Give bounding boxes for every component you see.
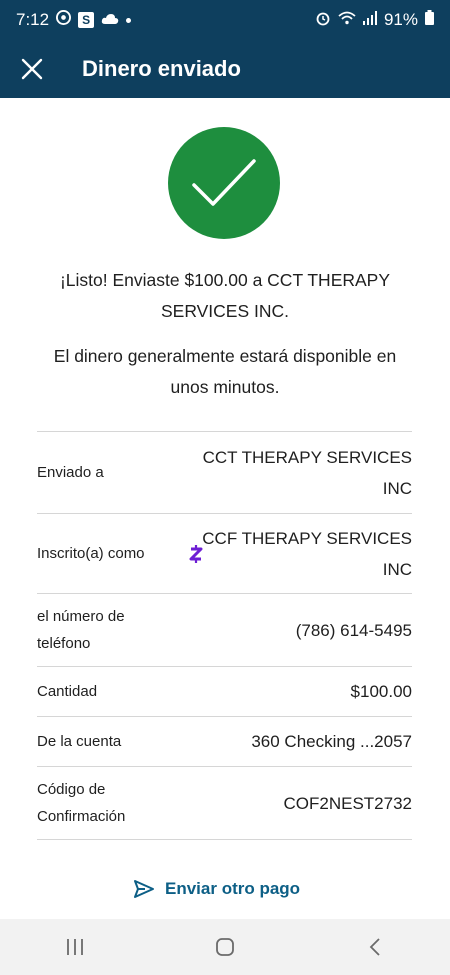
alarm-icon (315, 10, 331, 31)
home-button[interactable] (195, 927, 255, 967)
detail-value: CCF THERAPY SERVICES INC (202, 528, 412, 579)
detail-label: el número de teléfono (37, 608, 125, 652)
detail-label: Cantidad (37, 683, 98, 700)
send-another-payment-button[interactable]: Enviar otro pago (133, 874, 300, 904)
detail-row-confirmation-code: Código de Confirmación COF2NEST2732 (37, 767, 412, 840)
detail-row-phone: el número de teléfono (786) 614-5495 (37, 594, 412, 667)
chrome-icon (56, 10, 72, 30)
send-icon (134, 880, 154, 898)
recent-apps-icon (67, 939, 83, 955)
detail-row-enrolled-as: Inscrito(a) como CCF THERAPY SERVICES IN… (37, 514, 412, 594)
success-badge (168, 127, 280, 239)
close-icon (21, 58, 43, 80)
signal-icon (362, 10, 377, 30)
zelle-icon (188, 542, 204, 566)
status-right: 91% (315, 10, 434, 31)
s-app-icon: S (78, 12, 95, 28)
wifi-icon (338, 10, 356, 30)
detail-row-from-account: De la cuenta 360 Checking ...2057 (37, 717, 412, 767)
back-button[interactable] (345, 927, 405, 967)
availability-message: El dinero generalmente estará disponible… (53, 346, 397, 397)
detail-value: 360 Checking ...2057 (251, 732, 412, 751)
detail-value: CCT THERAPY SERVICES INC (202, 447, 412, 498)
status-left: 7:12 S (16, 10, 132, 30)
system-nav-bar (0, 919, 450, 975)
detail-row-amount: Cantidad $100.00 (37, 667, 412, 717)
detail-row-sent-to: Enviado a CCT THERAPY SERVICES INC (37, 432, 412, 514)
check-icon (192, 159, 256, 206)
status-bar: 7:12 S 91% (0, 0, 450, 40)
app-bar: Dinero enviado (0, 40, 450, 98)
close-button[interactable] (20, 57, 44, 81)
home-icon (216, 938, 234, 956)
battery-icon (425, 10, 434, 30)
detail-value: COF2NEST2732 (283, 793, 413, 813)
send-another-payment-label: Enviar otro pago (165, 879, 301, 898)
cloud-icon (101, 10, 119, 30)
page-title: Dinero enviado (82, 56, 241, 81)
transaction-details: Enviado a CCT THERAPY SERVICES INC Inscr… (37, 431, 412, 840)
notification-dot-icon (126, 17, 132, 23)
detail-value: $100.00 (350, 682, 412, 701)
detail-value: (786) 614-5495 (295, 620, 412, 640)
detail-label: Enviado a (37, 464, 104, 481)
confirmation-message: ¡Listo! Enviaste $100.00 a CCT THERAPY S… (59, 270, 391, 321)
detail-label: Código de Confirmación (37, 781, 126, 825)
detail-label: De la cuenta (37, 733, 122, 750)
detail-label: Inscrito(a) como (37, 545, 145, 562)
back-icon (369, 938, 380, 956)
recent-apps-button[interactable] (45, 927, 105, 967)
battery-level: 91% (383, 10, 418, 29)
status-time: 7:12 (16, 10, 50, 29)
